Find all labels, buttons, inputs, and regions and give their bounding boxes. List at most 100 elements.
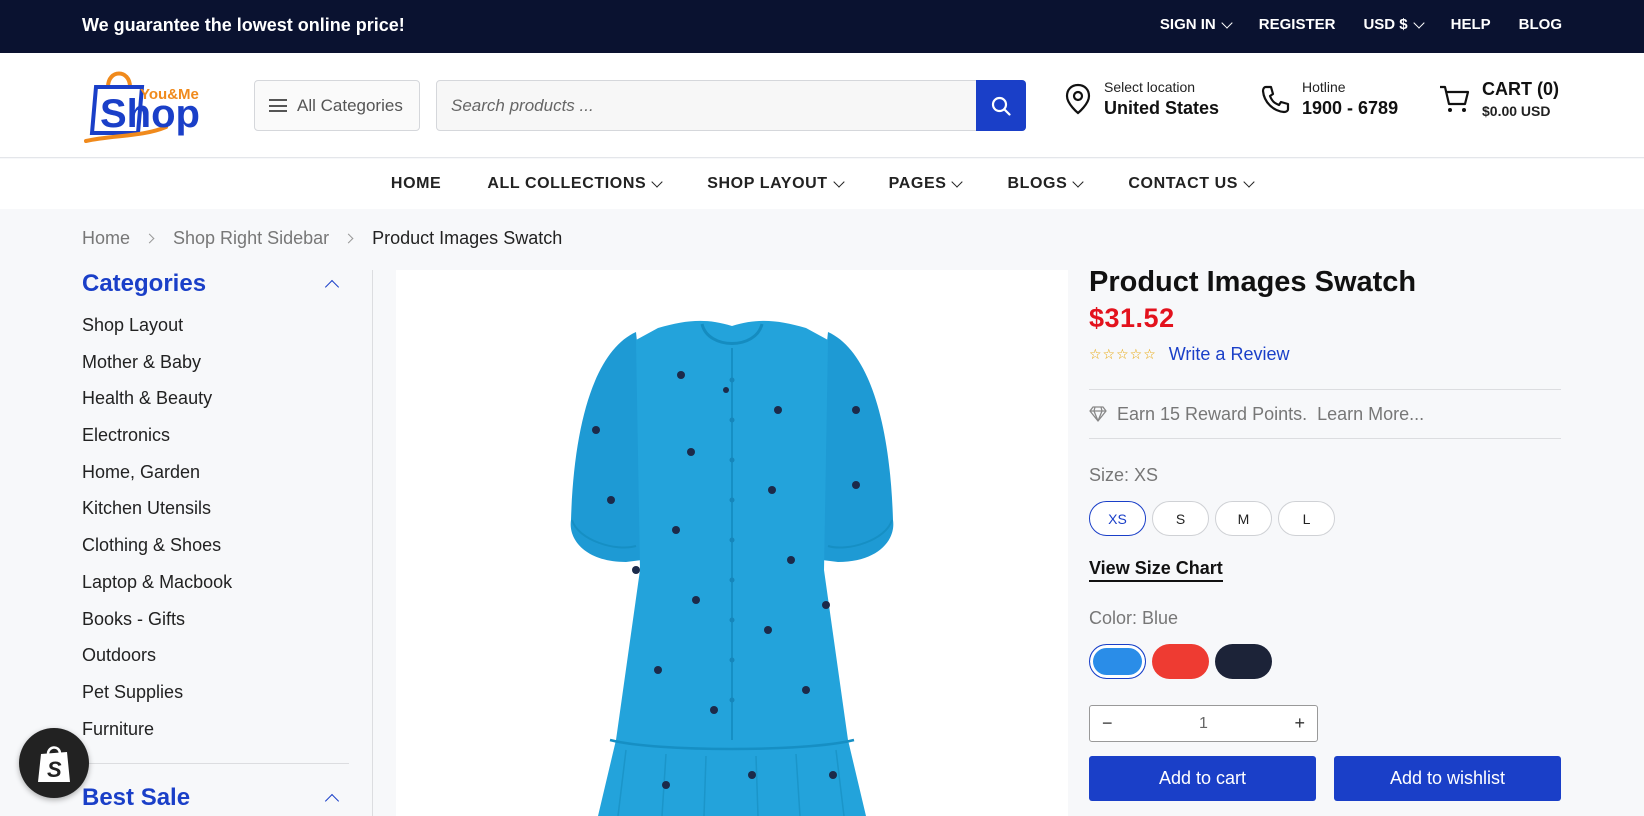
product-info: Product Images Swatch $31.52 ☆☆☆☆☆ Write… xyxy=(1089,266,1561,801)
category-item[interactable]: Outdoors xyxy=(82,645,349,682)
search-icon xyxy=(991,96,1011,116)
nav-home[interactable]: HOME xyxy=(391,175,441,193)
sidebar-divider xyxy=(82,763,349,765)
logo-main-text: Shop xyxy=(100,92,200,136)
chevron-right-icon xyxy=(144,233,155,244)
quantity-decrease-button[interactable]: − xyxy=(1102,713,1113,734)
chevron-down-icon xyxy=(1412,16,1425,29)
cart-total: $0.00 USD xyxy=(1482,103,1551,119)
category-item[interactable]: Health & Beauty xyxy=(82,388,349,425)
reward-points: Earn 15 Reward Points. Learn More... xyxy=(1089,389,1561,439)
color-swatch-blue[interactable] xyxy=(1089,644,1146,679)
nav-blogs-label: BLOGS xyxy=(1007,175,1068,192)
sign-in-link[interactable]: SIGN IN xyxy=(1159,16,1233,33)
all-categories-button[interactable]: All Categories xyxy=(254,80,420,131)
breadcrumb-current: Product Images Swatch xyxy=(372,228,563,248)
product-price: $31.52 xyxy=(1089,303,1175,333)
nav-contact-us-label: CONTACT US xyxy=(1128,175,1239,192)
category-item[interactable]: Clothing & Shoes xyxy=(82,535,349,572)
view-size-chart-link[interactable]: View Size Chart xyxy=(1089,558,1223,582)
svg-text:S: S xyxy=(47,757,62,782)
category-item[interactable]: Mother & Baby xyxy=(82,352,349,389)
category-list: Shop Layout Mother & Baby Health & Beaut… xyxy=(82,315,349,755)
category-item[interactable]: Books - Gifts xyxy=(82,609,349,646)
cart-button[interactable]: CART (0) $0.00 USD xyxy=(1438,79,1559,119)
nav-all-collections[interactable]: ALL COLLECTIONS xyxy=(487,175,663,193)
color-options xyxy=(1089,644,1561,679)
breadcrumb-shop-right-sidebar[interactable]: Shop Right Sidebar xyxy=(173,228,329,249)
quantity-increase-button[interactable]: + xyxy=(1294,713,1305,734)
sidebar-separator xyxy=(372,270,373,816)
best-sale-title: Best Sale xyxy=(82,784,191,812)
hotline: Hotline 1900 - 6789 xyxy=(1260,79,1398,119)
help-link[interactable]: HELP xyxy=(1451,16,1491,33)
blog-link[interactable]: BLOG xyxy=(1519,16,1562,33)
phone-icon xyxy=(1261,85,1290,114)
learn-more-link[interactable]: Learn More... xyxy=(1317,404,1424,425)
blog-label: BLOG xyxy=(1518,16,1562,33)
size-option-m[interactable]: M xyxy=(1215,501,1272,536)
size-options: XS S M L xyxy=(1089,501,1561,536)
dress-image xyxy=(570,320,894,816)
add-to-cart-button[interactable]: Add to cart xyxy=(1089,756,1316,801)
search-button[interactable] xyxy=(976,80,1026,131)
color-swatch-navy[interactable] xyxy=(1215,644,1272,679)
diamond-icon xyxy=(1089,406,1107,422)
nav-pages-label: PAGES xyxy=(888,175,947,192)
cart-label: CART (0) xyxy=(1482,79,1559,99)
categories-header[interactable]: Categories xyxy=(82,270,349,298)
search-bar xyxy=(436,80,1026,131)
help-label: HELP xyxy=(1450,16,1491,33)
chevron-up-icon xyxy=(324,794,340,809)
category-sidebar: Categories Shop Layout Mother & Baby Hea… xyxy=(82,270,349,812)
nav-blogs[interactable]: BLOGS xyxy=(1007,175,1085,193)
top-bar: We guarantee the lowest online price! SI… xyxy=(0,0,1644,53)
chevron-down-icon xyxy=(1243,176,1255,188)
search-input[interactable] xyxy=(437,81,967,130)
category-item[interactable]: Pet Supplies xyxy=(82,682,349,719)
write-review-link[interactable]: Write a Review xyxy=(1169,344,1290,365)
location-selector[interactable]: Select location United States xyxy=(1064,79,1219,119)
category-item[interactable]: Electronics xyxy=(82,425,349,462)
chevron-up-icon xyxy=(324,279,340,295)
register-link[interactable]: REGISTER xyxy=(1259,16,1336,33)
sign-in-label: SIGN IN xyxy=(1159,16,1216,33)
hotline-label: Hotline xyxy=(1302,79,1346,95)
location-pin-icon xyxy=(1065,83,1091,115)
chevron-down-icon xyxy=(832,176,845,188)
nav-shop-layout[interactable]: SHOP LAYOUT xyxy=(707,175,845,193)
category-item[interactable]: Shop Layout xyxy=(82,315,349,352)
category-item[interactable]: Home, Garden xyxy=(82,462,349,499)
quantity-stepper: − + xyxy=(1089,705,1318,742)
category-item[interactable]: Laptop & Macbook xyxy=(82,572,349,609)
product-image[interactable] xyxy=(396,270,1068,816)
category-item[interactable]: Kitchen Utensils xyxy=(82,498,349,535)
size-label: Size: XS xyxy=(1089,465,1159,485)
categories-title: Categories xyxy=(82,270,207,297)
register-label: REGISTER xyxy=(1258,16,1336,33)
quantity-input[interactable] xyxy=(1163,714,1244,733)
best-sale-header[interactable]: Best Sale xyxy=(82,784,349,812)
size-option-s[interactable]: S xyxy=(1152,501,1209,536)
nav-contact-us[interactable]: CONTACT US xyxy=(1128,175,1255,193)
top-nav: SIGN IN REGISTER USD $ HELP BLOG xyxy=(1160,16,1562,33)
shop-logo[interactable]: You&Me Shop xyxy=(82,63,214,147)
nav-shop-layout-label: SHOP LAYOUT xyxy=(707,175,828,192)
shopify-badge[interactable]: S xyxy=(19,728,89,798)
promo-text: We guarantee the lowest online price! xyxy=(82,15,405,35)
breadcrumb-home[interactable]: Home xyxy=(82,228,130,249)
cart-icon xyxy=(1440,85,1470,112)
currency-label: USD $ xyxy=(1363,16,1408,33)
rating-row: ☆☆☆☆☆ Write a Review xyxy=(1089,344,1561,365)
size-option-l[interactable]: L xyxy=(1278,501,1335,536)
header: You&Me Shop All Categories Select locati… xyxy=(0,53,1644,158)
reward-text: Earn 15 Reward Points. xyxy=(1117,403,1308,424)
category-item[interactable]: Furniture xyxy=(82,719,349,756)
shopify-bag-icon: S xyxy=(38,746,70,782)
color-swatch-red[interactable] xyxy=(1152,644,1209,679)
currency-selector[interactable]: USD $ xyxy=(1363,16,1425,33)
add-to-wishlist-button[interactable]: Add to wishlist xyxy=(1334,756,1561,801)
size-option-xs[interactable]: XS xyxy=(1089,501,1146,536)
nav-pages[interactable]: PAGES xyxy=(888,175,964,193)
chevron-down-icon xyxy=(651,176,663,188)
